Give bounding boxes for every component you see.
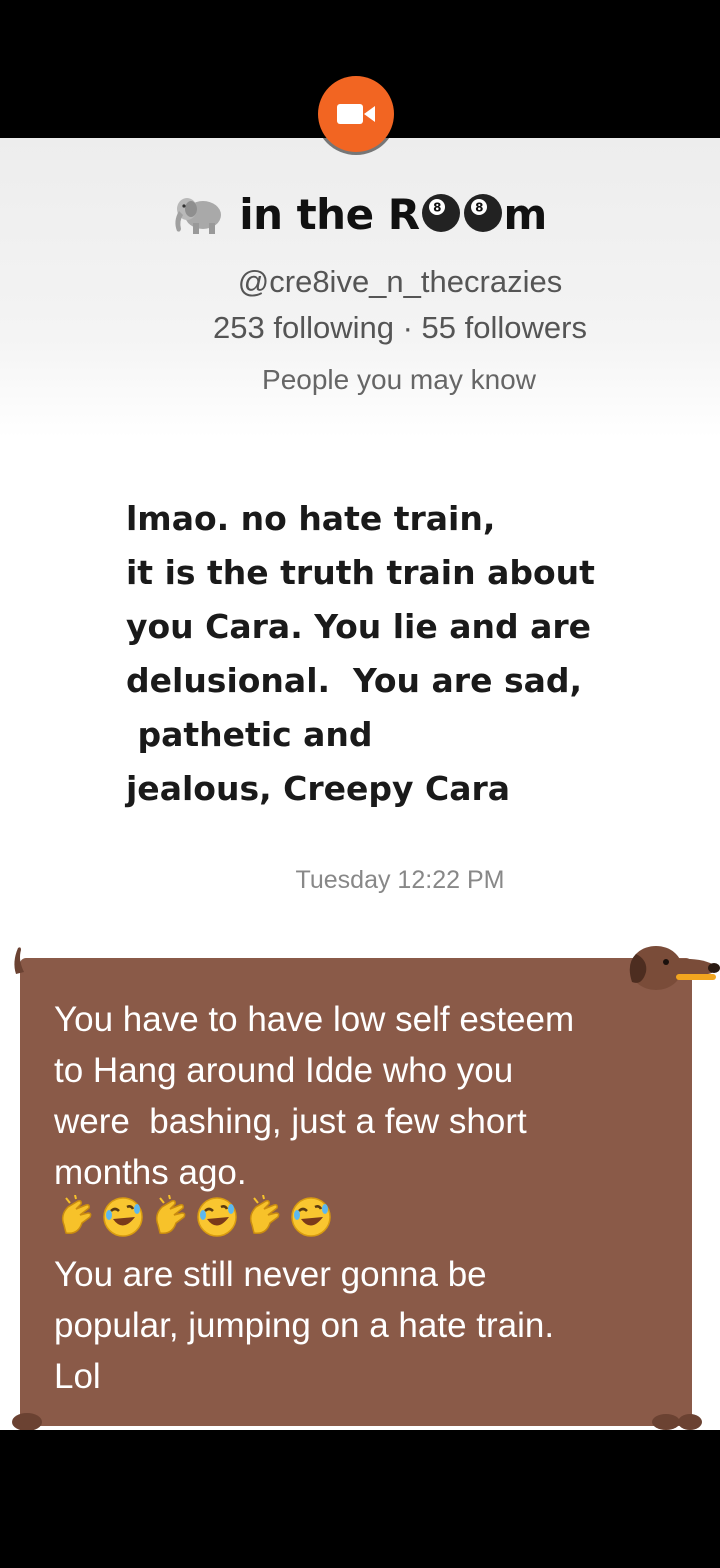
note-text: You have to have low self esteem to Hang… [54,994,684,1402]
follow-stats: 253 following · 55 followers [213,310,587,345]
note-line: popular, jumping on a hate train. [54,1306,555,1345]
dachshund-tail-icon [10,946,34,981]
profile-handle: @cre8ive_n_thecrazies [237,264,563,299]
svg-text:8: 8 [433,200,441,214]
eight-ball-icon: 8 [421,193,461,243]
profile-name: in the R 8 8 m [0,190,720,245]
note-line: to Hang around Idde who you [54,1051,514,1090]
dachshund-paw-icon [650,1410,704,1430]
dachshund-icon [622,938,720,1003]
rofl-face-icon [101,1195,145,1253]
bottom-black-bar [0,1430,720,1568]
message-line: lmao. no hate train, [126,499,496,538]
message-line: jealous, Creepy Cara [126,769,511,808]
screen-record-button[interactable] [318,76,394,152]
rofl-face-icon [289,1195,333,1253]
dachshund-note-card: You have to have low self esteem to Hang… [20,958,692,1426]
dachshund-paw-icon [10,1408,44,1430]
message-timestamp: Tuesday 12:22 PM [295,866,505,894]
message-text: lmao. no hate train, it is the truth tra… [126,492,666,816]
note-line: months ago. [54,1153,247,1192]
clapping-hand-icon [54,1194,98,1253]
rofl-face-icon [195,1195,239,1253]
svg-text:8: 8 [475,200,483,214]
emoji-row [54,1194,684,1249]
note-line: Lol [54,1357,101,1396]
people-you-may-know-label[interactable]: People you may know [0,364,720,396]
profile-name-prefix: in the R [239,190,420,239]
screen: in the R 8 8 m @cre8ive_n_thecrazies 253… [0,0,720,1568]
note-line: You have to have low self esteem [54,1000,575,1039]
clapping-hand-icon [148,1194,192,1253]
screenshot-content: in the R 8 8 m @cre8ive_n_thecrazies 253… [0,138,720,1430]
video-camera-icon [336,101,376,127]
message-line: delusional. You are sad, [126,661,583,700]
note-line: You are still never gonna be [54,1255,487,1294]
message-line: pathetic and [126,715,373,754]
message-line: it is the truth train about [126,553,595,592]
message-line: you Cara. You lie and are [126,607,592,646]
clapping-hand-icon [242,1194,286,1253]
note-line: were bashing, just a few short [54,1102,527,1141]
eight-ball-icon: 8 [463,193,503,243]
elephant-icon [173,191,225,245]
profile-name-suffix: m [503,190,548,239]
